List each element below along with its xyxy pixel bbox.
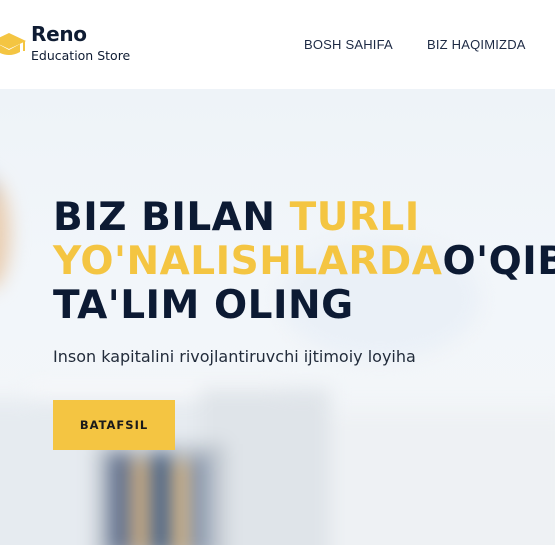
title-line2-rest: O'QIB: [442, 239, 555, 284]
brand-tagline: Education Store: [31, 48, 131, 63]
nav-link-home[interactable]: BOSH SAHIFA: [304, 37, 393, 52]
title-line2-highlight: YO'NALISHLARDA: [53, 239, 443, 284]
title-line1-prefix: BIZ BILAN: [53, 195, 290, 240]
title-line1-highlight: TURLI: [289, 195, 420, 240]
hero-subtitle: Inson kapitalini rivojlantiruvchi ijtimo…: [53, 347, 416, 366]
site-header: Reno Education Store BOSH SAHIFA BIZ HAQ…: [0, 0, 555, 89]
brand-name[interactable]: Reno: [31, 22, 87, 46]
hero-title: BIZ BILAN TURLI YO'NALISHLARDAO'QIB TA'L…: [53, 196, 555, 328]
hero-section: BIZ BILAN TURLI YO'NALISHLARDAO'QIB TA'L…: [0, 89, 555, 555]
nav-link-about[interactable]: BIZ HAQIMIZDA: [427, 37, 526, 52]
graduation-cap-icon[interactable]: [0, 30, 26, 60]
title-line3: TA'LIM OLING: [53, 283, 354, 328]
batafsil-button[interactable]: BATAFSIL: [53, 400, 175, 450]
hero-bottom-divider: [0, 545, 555, 555]
